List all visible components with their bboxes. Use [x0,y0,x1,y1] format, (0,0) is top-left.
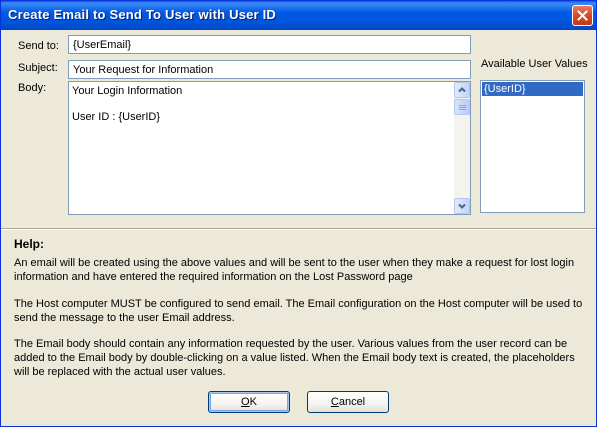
ok-label: K [249,396,257,408]
scroll-up-button[interactable] [454,82,470,98]
body-line: User ID : {UserID} [72,111,161,123]
scroll-thumb[interactable] [454,99,470,115]
close-button[interactable] [572,5,593,26]
window-title: Create Email to Send To User with User I… [8,7,277,22]
body-label: Body: [18,82,47,94]
send-to-label: Send to: [18,40,59,52]
chevron-down-icon [458,203,466,209]
list-item-userid[interactable]: {UserID} [482,82,583,96]
ok-button[interactable]: OK [208,391,290,413]
grip-line [459,109,466,110]
ok-accelerator: O [241,396,250,408]
help-paragraph: The Email body should contain any inform… [14,338,575,378]
subject-input[interactable]: Your Request for Information [68,60,471,79]
subject-label: Subject: [18,62,58,74]
cancel-accelerator: C [330,396,339,408]
body-line [72,98,182,111]
body-scrollbar[interactable] [454,82,470,214]
scroll-down-button[interactable] [454,198,470,214]
body-textarea[interactable]: Your Login Information User ID : {UserID… [68,81,471,215]
send-to-value: {UserEmail} [73,39,132,51]
help-divider-highlight [1,229,596,230]
send-to-input[interactable]: {UserEmail} [68,35,471,54]
body-text: Your Login Information User ID : {UserID… [72,85,182,124]
cancel-button[interactable]: Cancel [307,391,389,413]
title-bar[interactable]: Create Email to Send To User with User I… [1,1,596,30]
help-title: Help: [14,237,44,251]
grip-line [459,107,466,108]
close-icon [577,10,588,21]
cancel-label: ancel [338,396,366,408]
chevron-up-icon [458,87,466,93]
help-paragraph: An email will be created using the above… [14,257,575,283]
help-paragraph: The Host computer MUST be configured to … [14,298,583,324]
available-values-list[interactable]: {UserID} [480,80,585,213]
email-dialog: Create Email to Send To User with User I… [0,0,597,427]
available-values-label: Available User Values [481,58,588,70]
grip-line [459,105,466,106]
subject-value: Your Request for Information [73,64,214,76]
body-line: Your Login Information [72,85,183,97]
